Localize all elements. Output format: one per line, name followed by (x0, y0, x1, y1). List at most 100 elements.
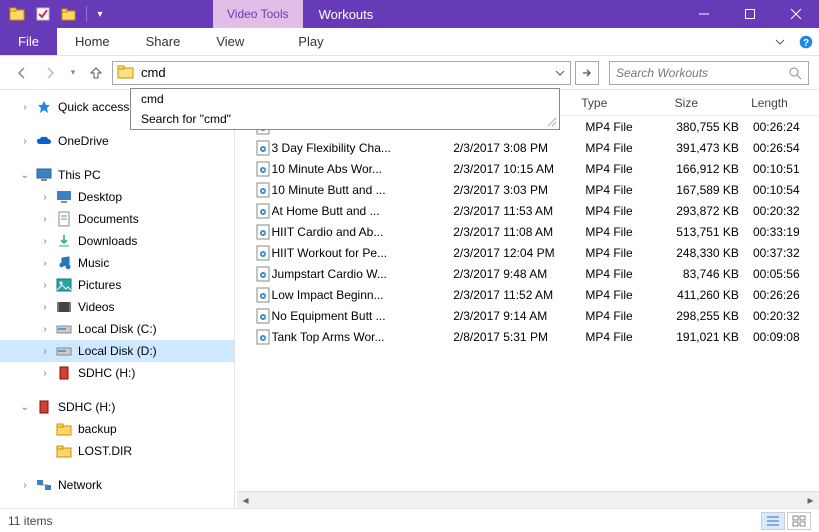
desktop-icon (56, 189, 72, 205)
tree-label: SDHC (H:) (78, 366, 135, 380)
file-length: 00:26:54 (753, 141, 819, 155)
resize-grip-icon[interactable] (545, 115, 557, 127)
file-size: 166,912 KB (676, 162, 753, 176)
chevron-right-icon[interactable]: › (20, 102, 30, 113)
tree-label: SDHC (H:) (58, 400, 115, 414)
chevron-right-icon[interactable]: › (40, 214, 50, 225)
tab-share[interactable]: Share (128, 28, 199, 55)
qat-dropdown-icon[interactable]: ▾ (93, 3, 107, 25)
chevron-right-icon[interactable]: › (40, 258, 50, 269)
horizontal-scrollbar[interactable]: ◂ ▸ (237, 491, 819, 508)
tab-view[interactable]: View (198, 28, 262, 55)
navigation-pane[interactable]: › Quick access › OneDrive ⌄ This PC ›Des… (0, 90, 235, 508)
suggestion-item[interactable]: Search for "cmd" (131, 109, 559, 129)
tree-item[interactable]: ›LOST.DIR (0, 440, 234, 462)
file-type: MP4 File (585, 288, 676, 302)
tree-item[interactable]: ›Downloads (0, 230, 234, 252)
chevron-down-icon[interactable]: ⌄ (20, 402, 30, 413)
maximize-button[interactable] (727, 0, 773, 28)
tree-item[interactable]: ›Videos (0, 296, 234, 318)
tree-network[interactable]: › Network (0, 474, 234, 496)
forward-button[interactable] (38, 61, 62, 85)
tree-item[interactable]: ›Documents (0, 208, 234, 230)
file-row[interactable]: HIIT Workout for Pe...2/3/2017 12:04 PMM… (235, 242, 819, 263)
tree-item[interactable]: › SDHC (H:) (0, 362, 234, 384)
tree-item[interactable]: ›Desktop (0, 186, 234, 208)
tree-this-pc[interactable]: ⌄ This PC (0, 164, 234, 186)
chevron-right-icon[interactable]: › (40, 346, 50, 357)
search-box[interactable]: Search Workouts (609, 61, 809, 85)
file-size: 298,255 KB (676, 309, 753, 323)
file-row[interactable]: Tank Top Arms Wor...2/8/2017 5:31 PMMP4 … (235, 326, 819, 347)
tree-item[interactable]: ›backup (0, 418, 234, 440)
file-date: 2/3/2017 9:14 AM (453, 309, 585, 323)
chevron-right-icon[interactable]: › (20, 136, 30, 147)
address-input[interactable] (141, 63, 550, 83)
file-length: 00:20:32 (753, 309, 819, 323)
file-row[interactable]: 10 Minute Butt and ...2/3/2017 3:03 PMMP… (235, 179, 819, 200)
column-size[interactable]: Size (675, 96, 751, 110)
chevron-right-icon[interactable]: › (20, 480, 30, 491)
tree-item[interactable]: ›Local Disk (C:) (0, 318, 234, 340)
minimize-button[interactable] (681, 0, 727, 28)
chevron-right-icon[interactable]: › (40, 368, 50, 379)
properties-icon[interactable] (32, 3, 54, 25)
address-dropdown-icon[interactable] (550, 68, 570, 78)
file-row[interactable]: HIIT Cardio and Ab...2/3/2017 11:08 AMMP… (235, 221, 819, 242)
file-list-pane[interactable]: Name Date modified Type Size Length MP4 … (235, 90, 819, 508)
file-date: 2/8/2017 5:31 PM (453, 330, 585, 344)
file-row[interactable]: 3 Day Flexibility Cha...2/3/2017 3:08 PM… (235, 137, 819, 158)
scroll-left-icon[interactable]: ◂ (237, 492, 254, 509)
chevron-right-icon[interactable]: › (40, 324, 50, 335)
file-row[interactable]: No Equipment Butt ...2/3/2017 9:14 AMMP4… (235, 305, 819, 326)
ribbon-expand-icon[interactable] (767, 28, 793, 55)
tree-sdhc[interactable]: ⌄ SDHC (H:) (0, 396, 234, 418)
file-row[interactable]: At Home Butt and ...2/3/2017 11:53 AMMP4… (235, 200, 819, 221)
file-row[interactable]: 10 Minute Abs Wor...2/3/2017 10:15 AMMP4… (235, 158, 819, 179)
tab-play[interactable]: Play (280, 28, 341, 55)
file-row[interactable]: Low Impact Beginn...2/3/2017 11:52 AMMP4… (235, 284, 819, 305)
file-icon (255, 203, 272, 219)
file-type: MP4 File (585, 330, 676, 344)
new-folder-icon[interactable] (58, 3, 80, 25)
column-length[interactable]: Length (751, 96, 819, 110)
up-button[interactable] (84, 61, 108, 85)
help-icon[interactable]: ? (793, 28, 819, 55)
folder-icon (117, 63, 137, 83)
onedrive-icon (36, 133, 52, 149)
column-type[interactable]: Type (581, 96, 674, 110)
ribbon-tabs: File Home Share View Play ? (0, 28, 819, 56)
file-tab[interactable]: File (0, 28, 57, 55)
recent-locations-icon[interactable]: ▾ (66, 61, 80, 85)
tree-item[interactable]: › Local Disk (D:) (0, 340, 234, 362)
file-icon (255, 329, 272, 345)
chevron-right-icon[interactable]: › (40, 192, 50, 203)
tree-label: LOST.DIR (78, 444, 132, 458)
tree-onedrive[interactable]: › OneDrive (0, 130, 234, 152)
suggestion-item[interactable]: cmd (131, 89, 559, 109)
chevron-right-icon[interactable]: › (40, 236, 50, 247)
chevron-right-icon[interactable]: › (40, 302, 50, 313)
address-bar[interactable] (112, 61, 571, 85)
close-button[interactable] (773, 0, 819, 28)
chevron-down-icon[interactable]: ⌄ (20, 170, 30, 181)
tree-label: Local Disk (D:) (78, 344, 157, 358)
tree-label: Pictures (78, 278, 121, 292)
file-length: 00:33:19 (753, 225, 819, 239)
details-view-button[interactable] (761, 512, 785, 530)
file-size: 380,755 KB (676, 120, 753, 134)
tab-home[interactable]: Home (57, 28, 128, 55)
chevron-right-icon[interactable]: › (40, 280, 50, 291)
file-size: 391,473 KB (676, 141, 753, 155)
documents-icon (56, 211, 72, 227)
go-button[interactable] (575, 61, 599, 85)
back-button[interactable] (10, 61, 34, 85)
large-icons-view-button[interactable] (787, 512, 811, 530)
file-row[interactable]: Jumpstart Cardio W...2/3/2017 9:48 AMMP4… (235, 263, 819, 284)
search-icon (788, 66, 802, 80)
tree-item[interactable]: ›Music (0, 252, 234, 274)
tree-item[interactable]: › Pictures (0, 274, 234, 296)
file-length: 00:05:56 (753, 267, 819, 281)
scroll-right-icon[interactable]: ▸ (802, 492, 819, 509)
file-date: 2/3/2017 12:04 PM (453, 246, 585, 260)
